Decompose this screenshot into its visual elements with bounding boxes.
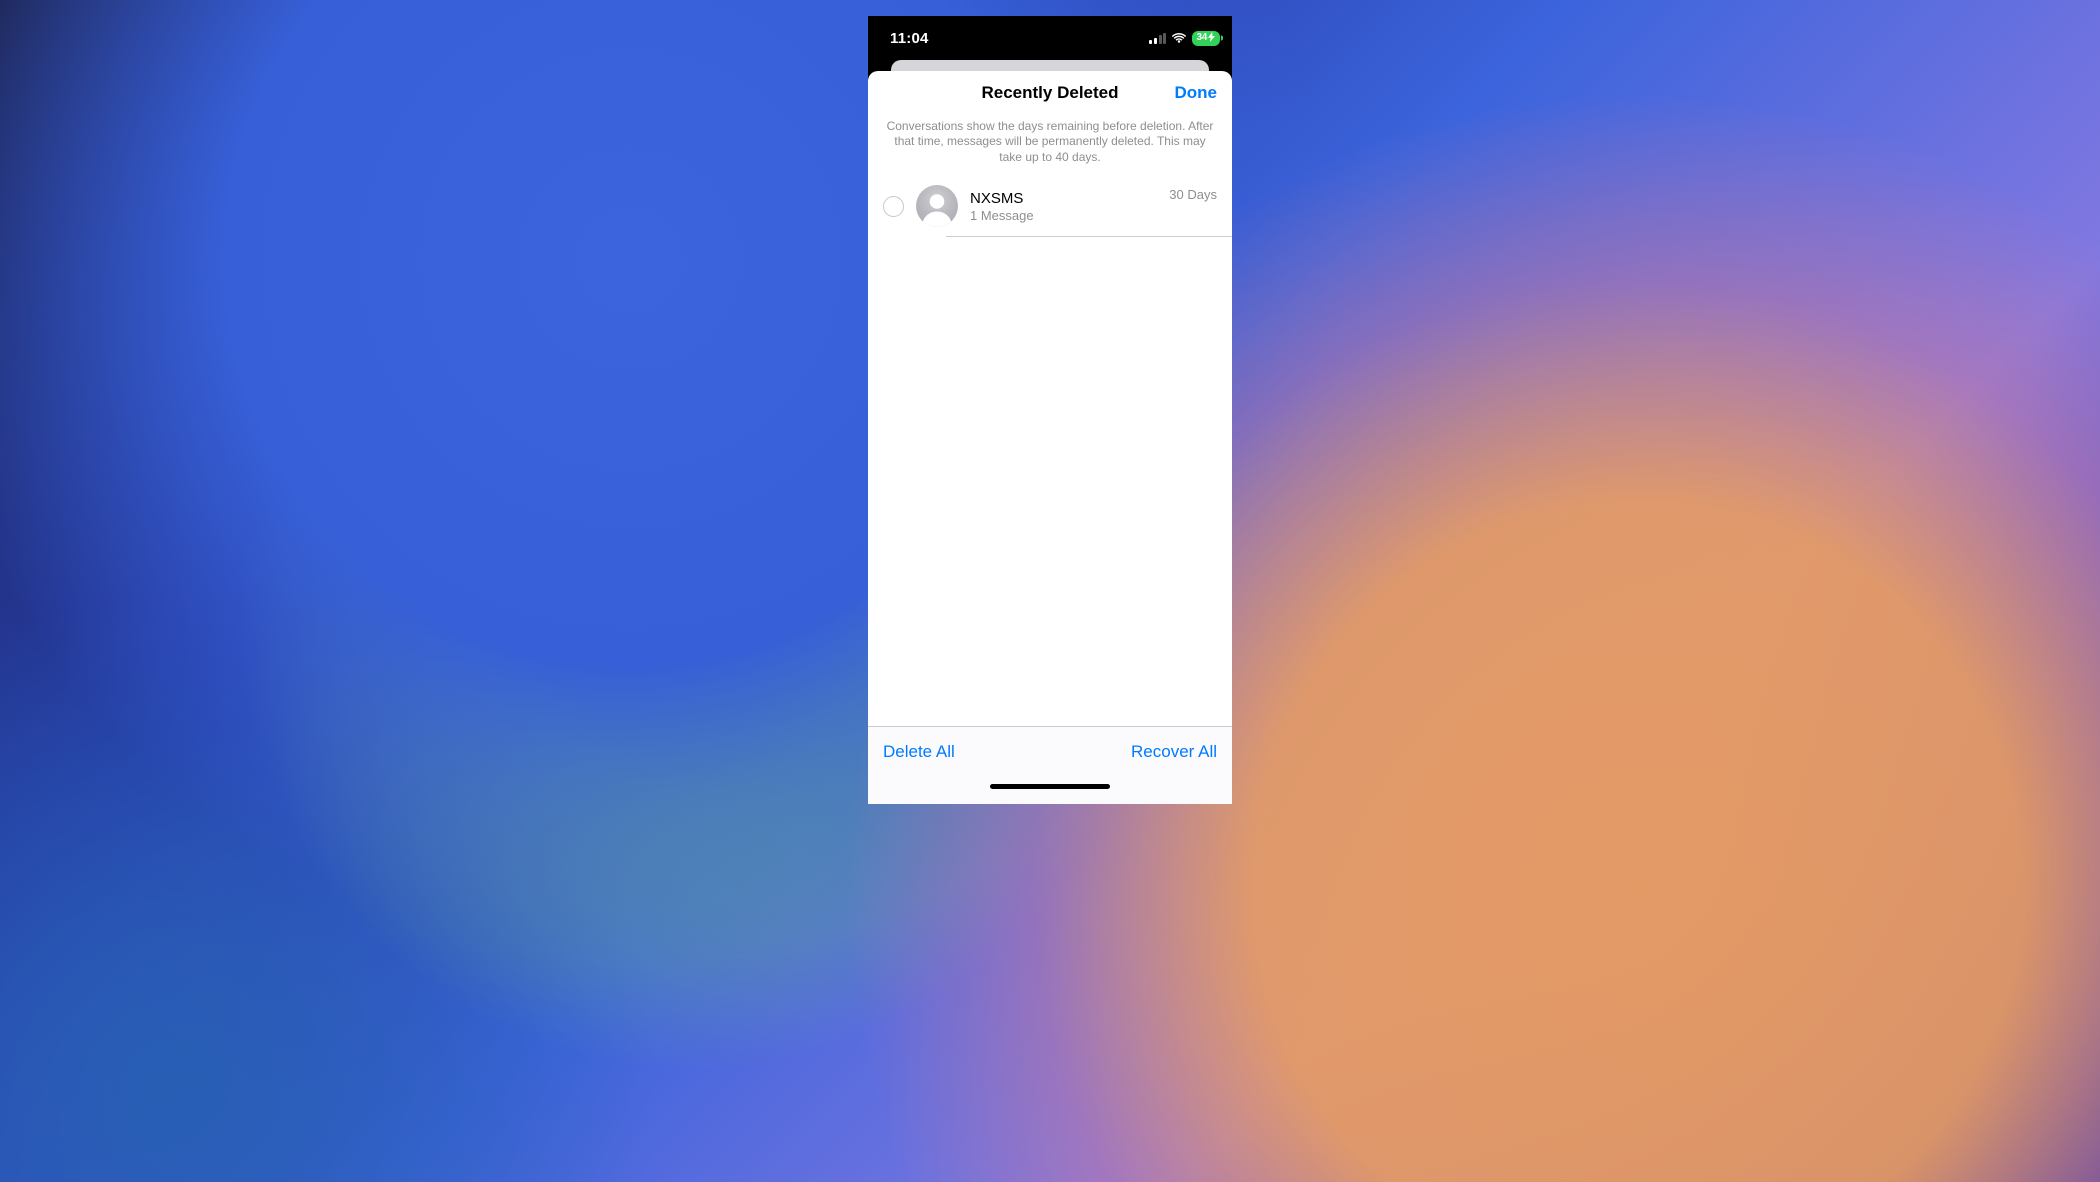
conversation-subtitle: 1 Message bbox=[970, 208, 1157, 223]
page-title: Recently Deleted bbox=[982, 83, 1119, 103]
home-indicator[interactable] bbox=[990, 784, 1110, 789]
home-indicator-area bbox=[868, 776, 1232, 804]
sheet-area: Recently Deleted Done Conversations show… bbox=[868, 60, 1232, 804]
phone-frame: 11:04 34 bbox=[868, 16, 1232, 804]
select-radio[interactable] bbox=[883, 196, 904, 217]
toolbar: Delete All Recover All bbox=[868, 726, 1232, 776]
status-bar: 11:04 34 bbox=[868, 16, 1232, 60]
description-text: Conversations show the days remaining be… bbox=[868, 115, 1232, 177]
charging-bolt-icon bbox=[1208, 29, 1215, 47]
avatar bbox=[916, 185, 958, 227]
delete-all-button[interactable]: Delete All bbox=[883, 742, 955, 762]
conversation-main: NXSMS 1 Message bbox=[970, 190, 1157, 223]
battery-indicator: 34 bbox=[1192, 31, 1220, 46]
spacer bbox=[868, 237, 1232, 726]
recover-all-button[interactable]: Recover All bbox=[1131, 742, 1217, 762]
navbar: Recently Deleted Done bbox=[868, 71, 1232, 115]
conversation-name: NXSMS bbox=[970, 190, 1157, 207]
days-remaining: 30 Days bbox=[1169, 187, 1217, 202]
conversation-row[interactable]: NXSMS 1 Message 30 Days bbox=[868, 177, 1232, 236]
wifi-icon bbox=[1171, 33, 1187, 44]
status-time: 11:04 bbox=[890, 30, 929, 47]
recently-deleted-sheet: Recently Deleted Done Conversations show… bbox=[868, 71, 1232, 804]
status-right: 34 bbox=[1149, 31, 1220, 46]
done-button[interactable]: Done bbox=[1175, 83, 1218, 103]
cellular-signal-icon bbox=[1149, 33, 1166, 44]
battery-percent: 34 bbox=[1196, 33, 1207, 43]
